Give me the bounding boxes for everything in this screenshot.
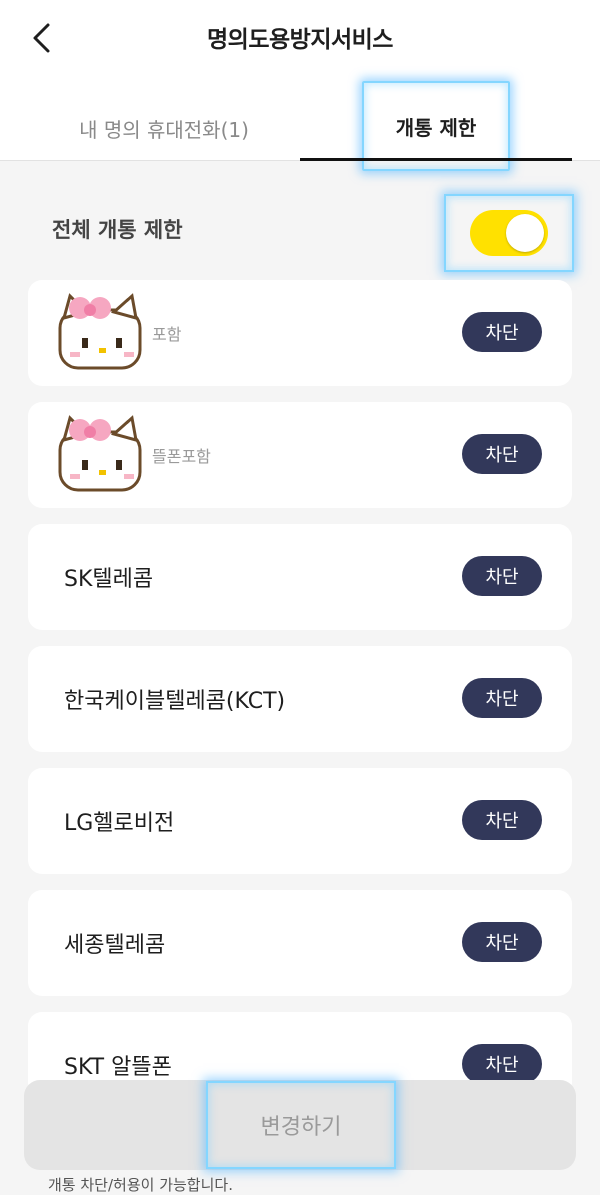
change-button-label[interactable]: 변경하기 — [206, 1081, 396, 1169]
tab-label: 개통 제한 — [361, 81, 511, 171]
tab-label: 내 명의 휴대전화(1) — [79, 117, 249, 142]
carrier-label: LG헬로비전 — [64, 811, 175, 836]
hello-kitty-icon — [58, 415, 142, 492]
carrier-card-sk-telecom: SK텔레콤 차단 — [28, 524, 572, 630]
carrier-card-sejong-telecom: 세종텔레콤 차단 — [28, 890, 572, 996]
block-button[interactable]: 차단 — [462, 312, 542, 352]
all-restriction-toggle[interactable] — [470, 210, 548, 256]
carrier-card: 뜰폰포함 차단 — [28, 402, 572, 508]
carrier-label: 한국케이블텔레콤(KCT) — [64, 689, 286, 714]
block-button[interactable]: 차단 — [462, 556, 542, 596]
carrier-sub-label: 뜰폰포함 — [152, 447, 211, 466]
all-restriction-toggle-wrap — [444, 194, 574, 272]
all-restriction-label: 전체 개통 제한 — [52, 218, 183, 242]
hello-kitty-icon — [58, 293, 142, 370]
carrier-label: SK텔레콤 — [64, 567, 154, 592]
toggle-knob — [506, 214, 544, 252]
block-button[interactable]: 차단 — [462, 678, 542, 718]
block-button[interactable]: 차단 — [462, 800, 542, 840]
tab-my-phones[interactable]: 내 명의 휴대전화(1) — [28, 96, 300, 160]
app-header: 명의도용방지서비스 내 명의 휴대전화(1) 개통 제한 — [0, 0, 600, 171]
block-button[interactable]: 차단 — [462, 1044, 542, 1084]
carrier-card: 포함 차단 — [28, 280, 572, 386]
block-button[interactable]: 차단 — [462, 922, 542, 962]
carrier-label: 세종텔레콤 — [64, 933, 166, 958]
tab-activation-restriction[interactable]: 개통 제한 — [300, 81, 572, 171]
page-title: 명의도용방지서비스 — [207, 27, 393, 53]
carrier-card-kct: 한국케이블텔레콤(KCT) 차단 — [28, 646, 572, 752]
carrier-card-lg-hellovision: LG헬로비전 차단 — [28, 768, 572, 874]
block-button[interactable]: 차단 — [462, 434, 542, 474]
carrier-sub-label: 포함 — [152, 325, 182, 344]
